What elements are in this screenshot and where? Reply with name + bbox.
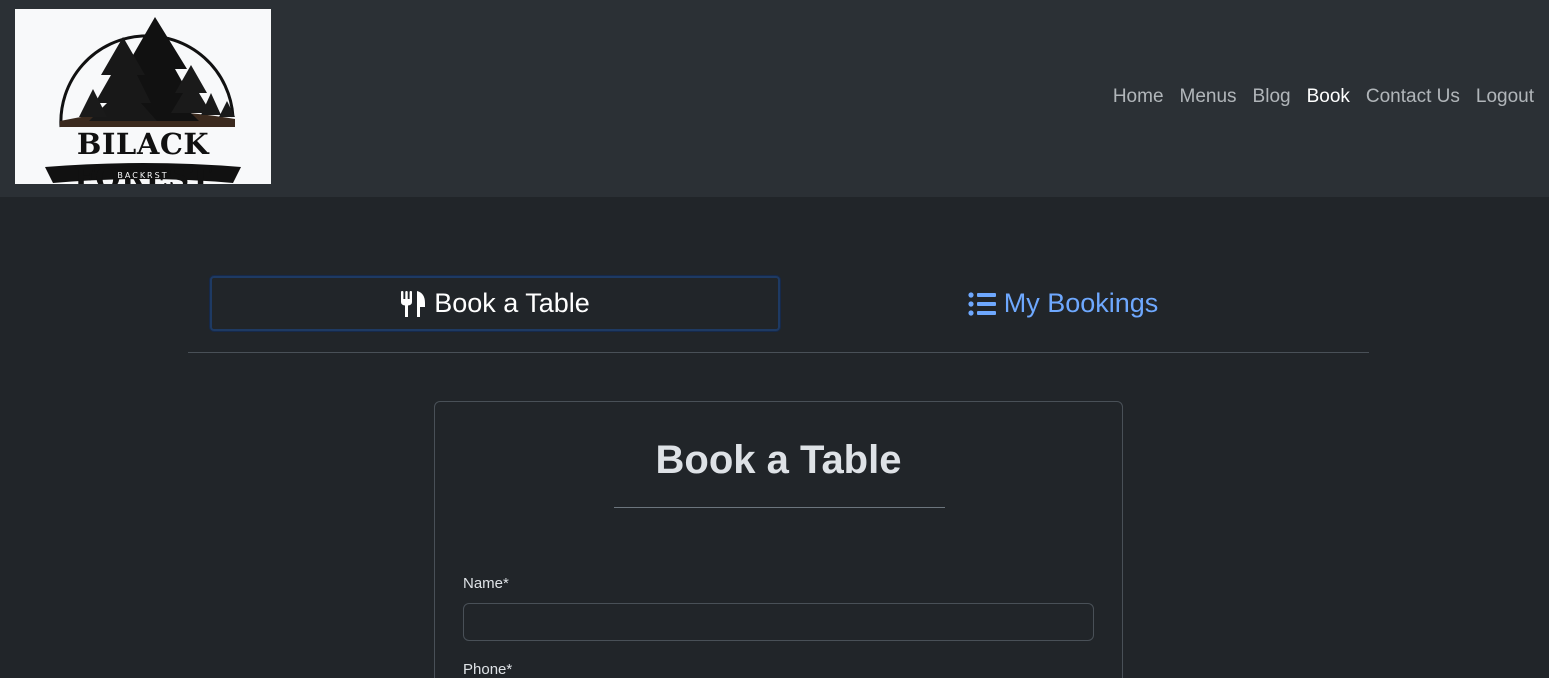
booking-tabs: Book a Table My Bookings (188, 276, 1369, 353)
nav-home[interactable]: Home (1113, 86, 1164, 108)
tab-book-a-table[interactable]: Book a Table (210, 276, 780, 331)
nav-contact-us[interactable]: Contact Us (1366, 86, 1460, 108)
phone-label: Phone* (463, 661, 513, 678)
booking-form-card: Book a Table Name* Phone* (434, 401, 1123, 678)
nav-logout[interactable]: Logout (1476, 86, 1534, 108)
tab-my-bookings[interactable]: My Bookings (778, 276, 1348, 331)
main-nav: Home Menus Blog Book Contact Us Logout (1113, 86, 1534, 108)
tab-book-label: Book a Table (434, 288, 590, 318)
nav-menus[interactable]: Menus (1180, 86, 1237, 108)
utensils-icon (401, 290, 426, 317)
navbar: BILACK FOREST BACKRST Home Menus Blog Bo… (0, 0, 1549, 197)
name-label: Name* (463, 575, 509, 592)
list-icon (968, 291, 996, 316)
name-input[interactable] (463, 603, 1094, 641)
form-title: Book a Table (655, 438, 902, 482)
logo-subtext: BACKRST (117, 171, 169, 180)
tab-my-bookings-label: My Bookings (1003, 288, 1159, 318)
title-divider (614, 507, 945, 508)
nav-book[interactable]: Book (1307, 86, 1350, 108)
brand-logo[interactable]: BILACK FOREST BACKRST (15, 9, 271, 184)
nav-blog[interactable]: Blog (1253, 86, 1291, 108)
